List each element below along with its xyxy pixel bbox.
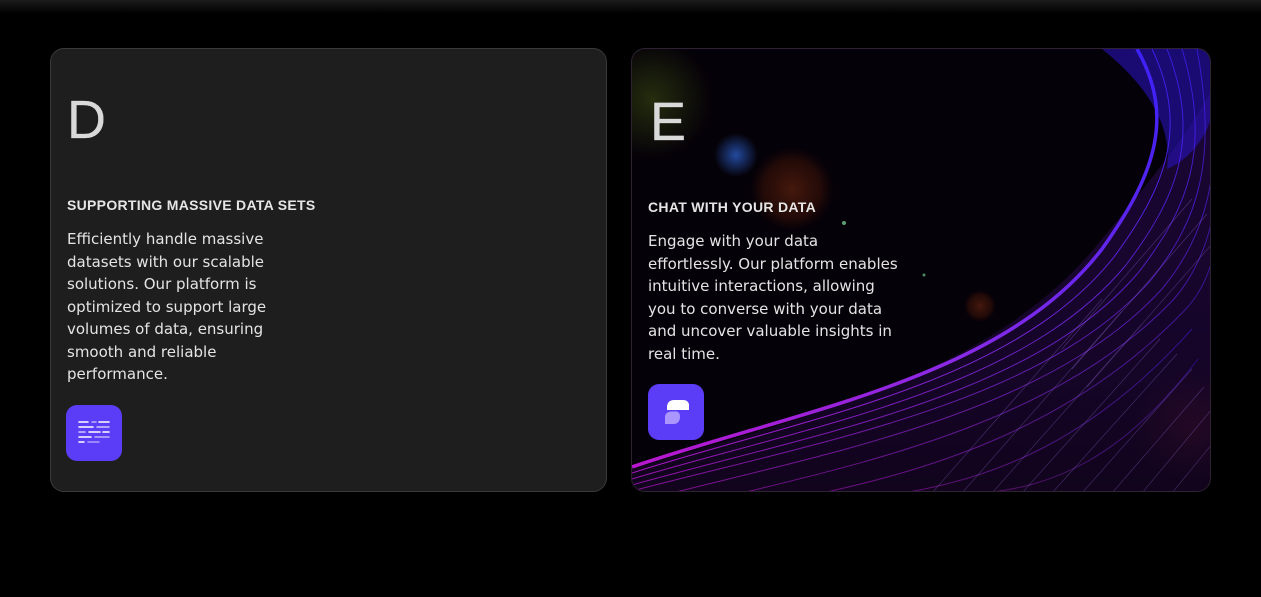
card-description: Engage with your data effortlessly. Our … (648, 232, 898, 363)
card-title: SUPPORTING MASSIVE DATA SETS (67, 197, 316, 213)
card-letter: D (67, 90, 106, 150)
chat-bubbles-icon (648, 384, 704, 440)
card-description: Efficiently handle massive datasets with… (67, 230, 267, 383)
feature-card-chat-with-data: E CHAT WITH YOUR DATA Engage with your d… (631, 48, 1211, 492)
feature-card-massive-data: D SUPPORTING MASSIVE DATA SETS Efficient… (50, 48, 607, 492)
top-shadow (0, 0, 1261, 14)
card-title: CHAT WITH YOUR DATA (648, 199, 816, 215)
data-lines-icon (66, 405, 122, 461)
card-letter: E (650, 92, 687, 152)
